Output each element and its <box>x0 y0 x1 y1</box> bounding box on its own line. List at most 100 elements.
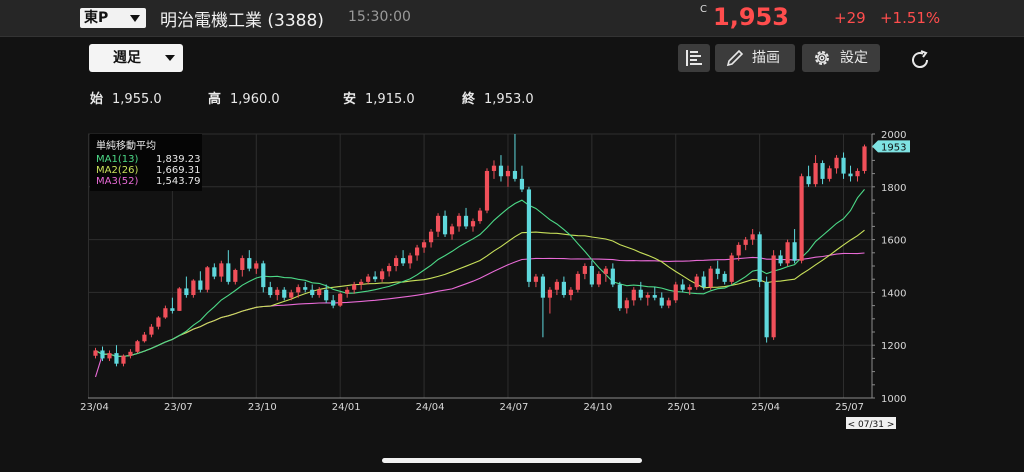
header-bar: 東P 明治電機工業 (3388) 15:30:00 C 1,953 +29 +1… <box>0 0 1024 37</box>
home-indicator <box>382 458 642 463</box>
candle-body <box>631 289 636 301</box>
candle-body <box>722 273 727 282</box>
legend-title: 単純移動平均 <box>96 141 156 152</box>
indicator-list-button[interactable] <box>678 44 710 72</box>
candle-body <box>401 258 406 264</box>
candle-body <box>484 170 490 211</box>
caret-down-icon <box>165 55 175 61</box>
candle-body <box>428 231 434 243</box>
candle-body <box>394 258 399 266</box>
candle-body <box>533 276 539 282</box>
candle-body <box>233 269 238 282</box>
ma3-line <box>94 252 865 378</box>
refresh-icon[interactable] <box>908 48 932 72</box>
x-tick-label: 25/07 <box>835 402 864 413</box>
legend-ma3-value: 1,543.79 <box>156 176 201 187</box>
candle-body <box>177 288 182 311</box>
list-bars-icon <box>686 50 702 66</box>
candle-body <box>855 170 860 177</box>
ma2-line <box>95 229 865 357</box>
x-tick-label: 24/10 <box>583 402 612 413</box>
price-change: +29 +1.51% <box>834 9 940 27</box>
y-tick-label: 1600 <box>881 236 906 247</box>
candle-body <box>680 284 685 290</box>
x-tick-label: 25/01 <box>667 402 696 413</box>
candle-body <box>743 239 748 245</box>
candle-body <box>100 350 105 359</box>
candle-body <box>170 308 175 311</box>
candle-body <box>114 353 119 364</box>
candle-body <box>254 263 259 269</box>
candle-body <box>421 242 427 248</box>
candle-body <box>359 281 364 285</box>
candle-body <box>596 273 601 285</box>
high-value: 1,960.0 <box>230 92 280 107</box>
candle-body <box>184 288 189 296</box>
candle-body <box>226 263 231 282</box>
candle-body <box>610 268 615 285</box>
stock-time: 15:30:00 <box>348 9 411 25</box>
candle-body <box>163 308 168 318</box>
candle-body <box>645 295 650 298</box>
candle-body <box>191 280 196 296</box>
low-value: 1,915.0 <box>365 92 415 107</box>
candle-body <box>247 258 252 269</box>
candle-body <box>149 326 154 335</box>
candle-body <box>407 255 413 264</box>
candle-body <box>470 221 476 227</box>
candle-body <box>456 215 462 227</box>
ma-legend: 単純移動平均 MA1(13) 1,839.23 MA2(26) 1,669.31… <box>90 134 202 191</box>
candle-body <box>834 157 839 169</box>
candle-body <box>512 170 518 179</box>
candle-body <box>156 317 161 327</box>
candle-body <box>652 295 657 298</box>
chart-grid <box>88 133 872 399</box>
candle-body <box>435 215 441 232</box>
candle-body <box>820 163 825 179</box>
open-label: 始 <box>90 92 104 107</box>
candle-body <box>121 355 126 364</box>
candle-body <box>135 341 140 352</box>
candle-body <box>617 284 622 309</box>
x-tick-label: 23/07 <box>164 402 193 413</box>
candle-body <box>380 271 385 280</box>
settings-label: 設定 <box>840 50 868 66</box>
draw-button[interactable]: 描画 <box>715 44 795 72</box>
candle-body <box>526 189 532 282</box>
stock-name: 明治電機工業 (3388) <box>160 11 324 31</box>
legend-ma1-name: MA1(13) <box>96 154 139 165</box>
legend-ma2-name: MA2(26) <box>96 165 139 176</box>
draw-label: 描画 <box>752 50 780 66</box>
candle-body <box>862 146 867 171</box>
candle-body <box>366 276 371 282</box>
candle-body <box>666 300 671 306</box>
x-tick-label: 23/04 <box>80 402 109 413</box>
x-tick-label: 25/04 <box>751 402 780 413</box>
candle-body <box>261 263 266 288</box>
market-select[interactable]: 東P <box>80 8 146 28</box>
candle-body <box>575 273 580 290</box>
candle-body <box>540 276 546 298</box>
candle-body <box>813 163 818 185</box>
candle-body <box>638 289 643 298</box>
y-tick-label: 1400 <box>881 288 906 299</box>
close-mark: C <box>700 4 707 15</box>
candle-body <box>519 178 525 190</box>
candle-body <box>673 284 678 301</box>
pencil-icon <box>726 49 744 67</box>
candle-body <box>93 350 98 356</box>
candle-body <box>289 292 294 298</box>
period-select[interactable]: 週足 <box>89 44 183 72</box>
settings-button[interactable]: 設定 <box>802 44 880 72</box>
candle-body <box>505 170 511 177</box>
legend-ma3: MA3(52) 1,543.79 <box>96 176 201 187</box>
change-value: +29 <box>834 9 866 27</box>
candle-body <box>338 293 343 306</box>
candle-body <box>708 268 713 288</box>
candle-body <box>589 266 594 285</box>
x-tick-label: 24/01 <box>332 402 361 413</box>
x-tick-label: 24/07 <box>500 402 529 413</box>
candle-body <box>282 289 287 298</box>
candle-body <box>205 267 210 290</box>
x-tick-label: 23/10 <box>248 402 277 413</box>
